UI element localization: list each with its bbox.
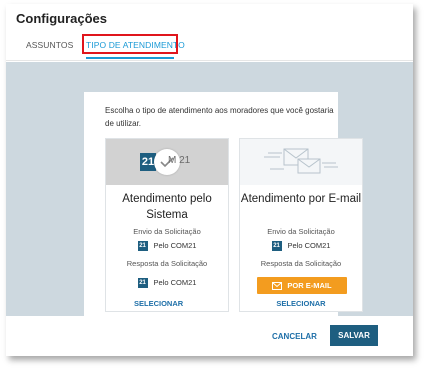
envio-value: 21 Pelo COM21 [106, 241, 228, 252]
envio-value-text: Pelo COM21 [287, 241, 331, 250]
por-email-label: POR E-MAIL [287, 281, 332, 290]
com21-mini-icon: 21 [137, 278, 148, 289]
intro-text: Escolha o tipo de atendimento aos morado… [105, 106, 334, 128]
select-email-link[interactable]: SELECIONAR [240, 299, 362, 308]
system-illustration: 21 M 21 [106, 139, 228, 185]
content-area: Escolha o tipo de atendimento aos morado… [6, 62, 413, 322]
page-title: Configurações [16, 11, 108, 26]
resposta-value-text: Pelo COM21 [153, 278, 197, 287]
tab-bar: ASSUNTOS TIPO DE ATENDIMENTO [6, 32, 413, 61]
save-button[interactable]: SALVAR [330, 325, 378, 346]
com21-mini-icon: 21 [137, 241, 148, 252]
active-tab-indicator [86, 57, 174, 59]
envio-value: 21 Pelo COM21 [240, 241, 362, 252]
tab-assuntos[interactable]: ASSUNTOS [26, 40, 73, 50]
settings-window: Configurações ASSUNTOS TIPO DE ATENDIMEN… [6, 4, 413, 356]
envelope-icon [272, 282, 283, 291]
envio-value-text: Pelo COM21 [153, 241, 197, 250]
com21-mini-icon: 21 [271, 241, 282, 252]
envio-label: Envio da Solicitação [267, 227, 335, 236]
cancel-button[interactable]: CANCELAR [272, 332, 317, 341]
option-title: Atendimento pelo Sistema [122, 193, 212, 221]
tab-highlight-box [82, 34, 178, 54]
resposta-label: Resposta da Solicitação [260, 259, 342, 268]
envio-label: Envio da Solicitação [133, 227, 201, 236]
email-illustration [240, 139, 362, 185]
por-email-button[interactable]: POR E-MAIL [257, 277, 347, 294]
logo-text: M 21 [168, 155, 191, 166]
select-system-link[interactable]: SELECIONAR [134, 299, 183, 308]
resposta-value: 21 Pelo COM21 [106, 278, 228, 289]
resposta-label: Resposta da Solicitação [126, 259, 208, 268]
option-email[interactable]: Atendimento por E-mail Envio da Solicita… [239, 138, 363, 312]
option-system[interactable]: 21 M 21 Atendimento pelo Sistema Envio d… [105, 138, 229, 312]
attendance-type-panel: Escolha o tipo de atendimento aos morado… [84, 92, 363, 322]
option-title: Atendimento por E-mail [240, 193, 362, 205]
